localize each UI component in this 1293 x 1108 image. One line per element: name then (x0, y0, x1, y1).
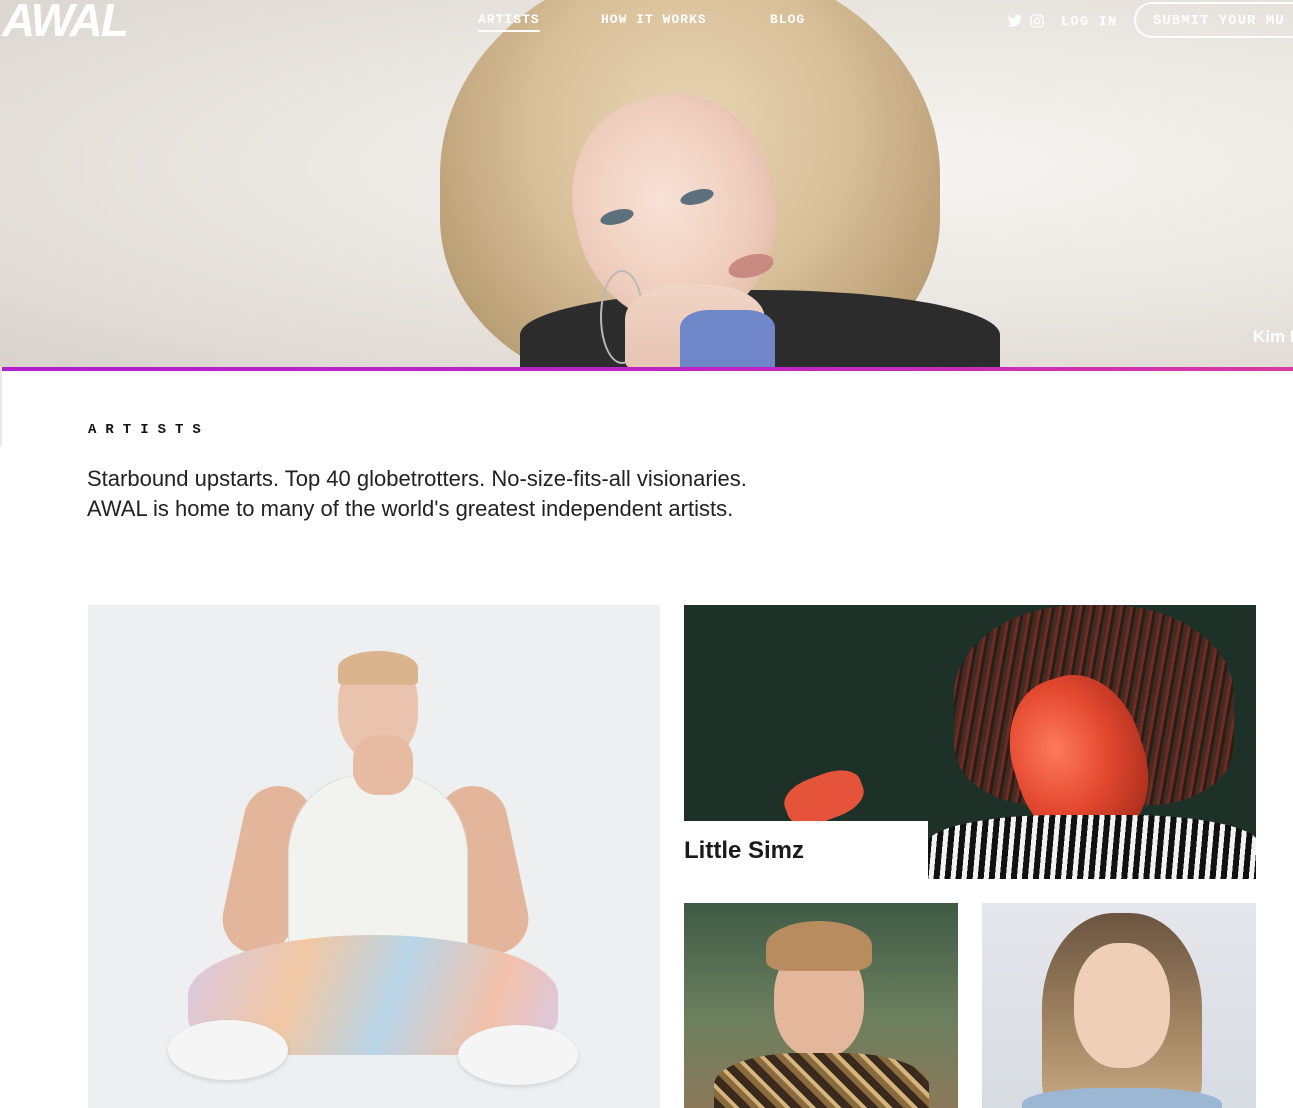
nav-artists[interactable]: ARTISTS (478, 12, 540, 32)
artist-photo-hair (766, 921, 872, 971)
artist-card-little-simz[interactable]: Little Simz (684, 605, 1256, 879)
artist-name[interactable]: Little Simz (684, 837, 804, 865)
submit-music-button[interactable]: SUBMIT YOUR MU (1134, 2, 1293, 38)
divider (0, 367, 2, 447)
artist-card[interactable] (982, 903, 1256, 1108)
artist-photo-shoe (168, 1020, 288, 1080)
twitter-icon[interactable] (1007, 13, 1023, 29)
artist-photo-shirt (714, 1053, 929, 1108)
login-link[interactable]: LOG IN (1061, 14, 1117, 30)
instagram-icon[interactable] (1029, 13, 1045, 29)
artist-photo-hands (353, 735, 413, 795)
awal-logo[interactable]: AWAL (2, 0, 129, 43)
section-heading: ARTISTS (88, 422, 210, 438)
artist-card[interactable] (684, 903, 958, 1108)
nav-how-it-works[interactable]: HOW IT WORKS (601, 12, 707, 27)
artist-card[interactable] (88, 605, 660, 1108)
artist-photo-shirt (1022, 1088, 1222, 1108)
intro-text: Starbound upstarts. Top 40 globetrotters… (87, 464, 987, 524)
artist-photo-face (1074, 943, 1170, 1068)
intro-line: AWAL is home to many of the world's grea… (87, 496, 734, 521)
hero-photo-sleeve (680, 310, 775, 367)
artist-photo-hair (338, 651, 418, 685)
nav-blog[interactable]: BLOG (770, 12, 805, 27)
page: Kim P AWAL ARTISTS HOW IT WORKS BLOG LOG… (0, 0, 1293, 1108)
hero-artist-caption[interactable]: Kim P (1253, 327, 1293, 352)
intro-line: Starbound upstarts. Top 40 globetrotters… (87, 466, 747, 491)
artist-photo-shirt (928, 815, 1256, 879)
hero-accent-bar (2, 367, 1293, 371)
hero-banner[interactable]: Kim P (0, 0, 1293, 367)
artist-photo-shoe (458, 1025, 578, 1085)
